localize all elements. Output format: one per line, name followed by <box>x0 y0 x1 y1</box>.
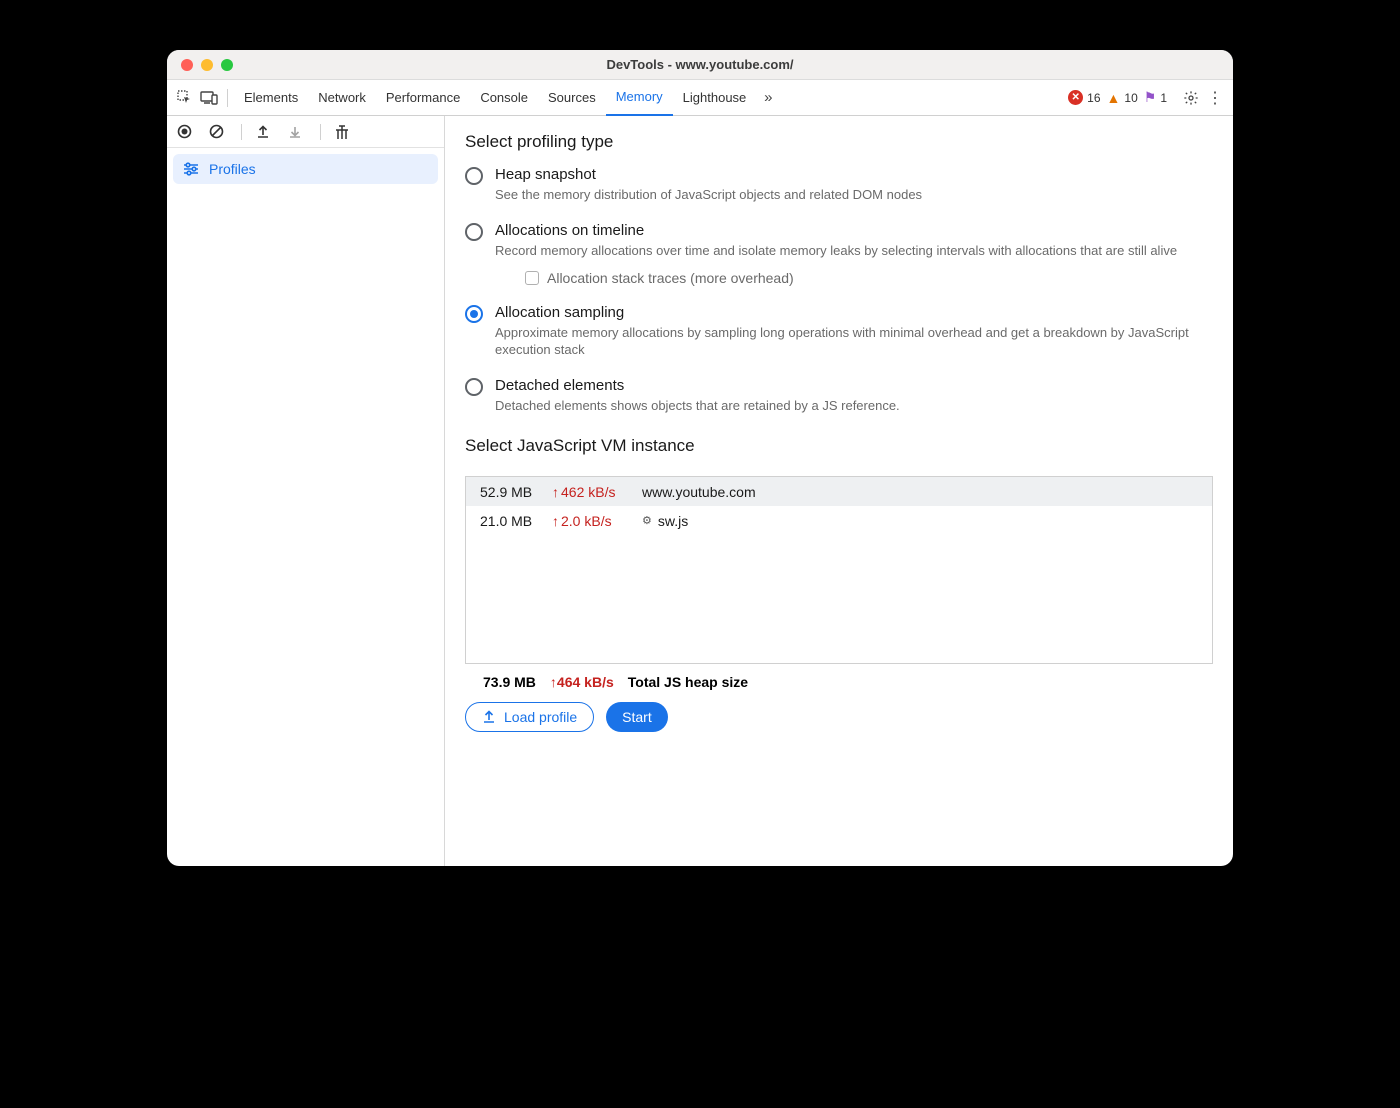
option-desc: Detached elements shows objects that are… <box>495 398 900 415</box>
sidebar-item-label: Profiles <box>209 161 256 177</box>
maximize-button[interactable] <box>221 59 233 71</box>
panel-tabs: Elements Network Performance Console Sou… <box>167 80 1233 116</box>
sub-checkbox-stack-traces[interactable]: Allocation stack traces (more overhead) <box>525 270 1177 286</box>
action-buttons: Load profile Start <box>465 690 1213 732</box>
vm-size: 52.9 MB <box>480 484 552 500</box>
arrow-up-icon: ↑ <box>552 484 559 500</box>
radio-detached-elements[interactable] <box>465 378 483 396</box>
vm-rate: ↑2.0 kB/s <box>552 513 642 529</box>
option-detached-elements[interactable]: Detached elements Detached elements show… <box>465 377 1213 415</box>
device-toggle-icon[interactable] <box>197 86 221 110</box>
close-button[interactable] <box>181 59 193 71</box>
vm-instance-table: 52.9 MB ↑462 kB/s www.youtube.com 21.0 M… <box>465 476 1213 664</box>
option-label: Detached elements <box>495 377 900 394</box>
option-desc: Approximate memory allocations by sampli… <box>495 325 1213 359</box>
button-label: Load profile <box>504 709 577 725</box>
vm-name: ⚙ sw.js <box>642 513 688 529</box>
profiling-type-header: Select profiling type <box>465 132 1213 152</box>
separator <box>227 89 228 107</box>
sidebar-item-profiles[interactable]: Profiles <box>173 154 438 184</box>
content-area: Profiles Select profiling type Heap snap… <box>167 116 1233 866</box>
vm-rate: ↑462 kB/s <box>552 484 642 500</box>
total-heap-row: 73.9 MB ↑464 kB/s Total JS heap size <box>465 664 1213 690</box>
checkbox-icon[interactable] <box>525 271 539 285</box>
vm-instance-header: Select JavaScript VM instance <box>465 436 1213 456</box>
sidebar: Profiles <box>167 116 445 866</box>
total-label: Total JS heap size <box>628 674 748 690</box>
warning-counter[interactable]: ▲ 10 <box>1107 90 1144 106</box>
vm-row[interactable]: 52.9 MB ↑462 kB/s www.youtube.com <box>466 477 1212 506</box>
sidebar-toolbar <box>167 116 444 148</box>
radio-allocation-sampling[interactable] <box>465 305 483 323</box>
option-heap-snapshot[interactable]: Heap snapshot See the memory distributio… <box>465 166 1213 204</box>
sliders-icon <box>183 162 199 176</box>
upload-icon[interactable] <box>256 125 274 139</box>
tab-console[interactable]: Console <box>470 80 538 116</box>
inspect-icon[interactable] <box>173 86 197 110</box>
radio-allocations-timeline[interactable] <box>465 223 483 241</box>
separator <box>320 124 321 140</box>
issues-icon: ⚑ <box>1144 89 1157 106</box>
total-rate: ↑464 kB/s <box>550 674 614 690</box>
tab-lighthouse[interactable]: Lighthouse <box>673 80 757 116</box>
warning-icon: ▲ <box>1107 90 1121 106</box>
upload-icon <box>482 710 496 724</box>
option-allocation-sampling[interactable]: Allocation sampling Approximate memory a… <box>465 304 1213 359</box>
vm-row[interactable]: 21.0 MB ↑2.0 kB/s ⚙ sw.js <box>466 506 1212 535</box>
tab-memory[interactable]: Memory <box>606 80 673 116</box>
option-allocations-timeline[interactable]: Allocations on timeline Record memory al… <box>465 222 1213 286</box>
option-label: Heap snapshot <box>495 166 922 183</box>
minimize-button[interactable] <box>201 59 213 71</box>
load-profile-button[interactable]: Load profile <box>465 702 594 732</box>
start-button[interactable]: Start <box>606 702 668 732</box>
option-desc: See the memory distribution of JavaScrip… <box>495 187 922 204</box>
option-label: Allocations on timeline <box>495 222 1177 239</box>
tab-elements[interactable]: Elements <box>234 80 308 116</box>
window-title: DevTools - www.youtube.com/ <box>606 57 793 72</box>
traffic-lights <box>181 59 233 71</box>
collect-garbage-icon[interactable] <box>335 124 353 140</box>
more-tabs-icon[interactable]: » <box>756 86 780 110</box>
tab-sources[interactable]: Sources <box>538 80 606 116</box>
option-label: Allocation sampling <box>495 304 1213 321</box>
radio-heap-snapshot[interactable] <box>465 167 483 185</box>
download-icon[interactable] <box>288 125 306 139</box>
main-panel: Select profiling type Heap snapshot See … <box>445 116 1233 866</box>
arrow-up-icon: ↑ <box>552 513 559 529</box>
button-label: Start <box>622 709 652 725</box>
vm-name: www.youtube.com <box>642 484 756 500</box>
gear-icon: ⚙ <box>642 514 652 527</box>
tab-performance[interactable]: Performance <box>376 80 470 116</box>
titlebar: DevTools - www.youtube.com/ <box>167 50 1233 80</box>
total-size: 73.9 MB <box>483 674 536 690</box>
devtools-window: DevTools - www.youtube.com/ Elements Net… <box>167 50 1233 866</box>
issues-counter[interactable]: ⚑ 1 <box>1144 89 1173 106</box>
record-icon[interactable] <box>177 124 195 139</box>
separator <box>241 124 242 140</box>
clear-icon[interactable] <box>209 124 227 139</box>
error-counter[interactable]: ✕ 16 <box>1068 90 1106 105</box>
sub-checkbox-label: Allocation stack traces (more overhead) <box>547 270 794 286</box>
settings-icon[interactable] <box>1183 90 1199 106</box>
arrow-up-icon: ↑ <box>550 674 557 690</box>
kebab-menu-icon[interactable]: ⋮ <box>1207 88 1223 108</box>
error-icon: ✕ <box>1068 90 1083 105</box>
option-desc: Record memory allocations over time and … <box>495 243 1177 260</box>
tab-network[interactable]: Network <box>308 80 376 116</box>
vm-size: 21.0 MB <box>480 513 552 529</box>
